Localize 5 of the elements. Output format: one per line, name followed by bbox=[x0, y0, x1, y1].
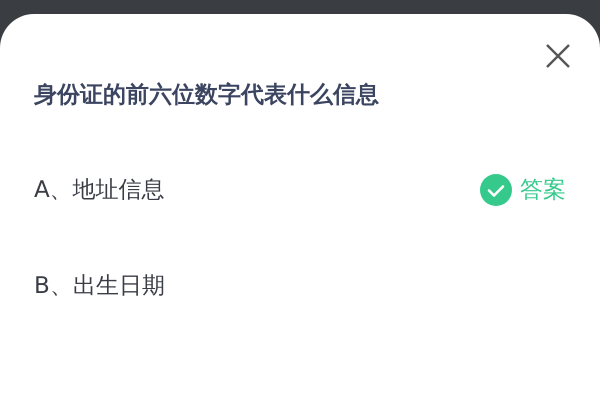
option-text[interactable]: A、地址信息 bbox=[34, 172, 165, 207]
question-text: 身份证的前六位数字代表什么信息 bbox=[34, 81, 380, 110]
close-button[interactable] bbox=[544, 42, 572, 70]
answer-label: 答案 bbox=[520, 176, 566, 204]
option-text[interactable]: B、出生日期 bbox=[34, 269, 165, 304]
